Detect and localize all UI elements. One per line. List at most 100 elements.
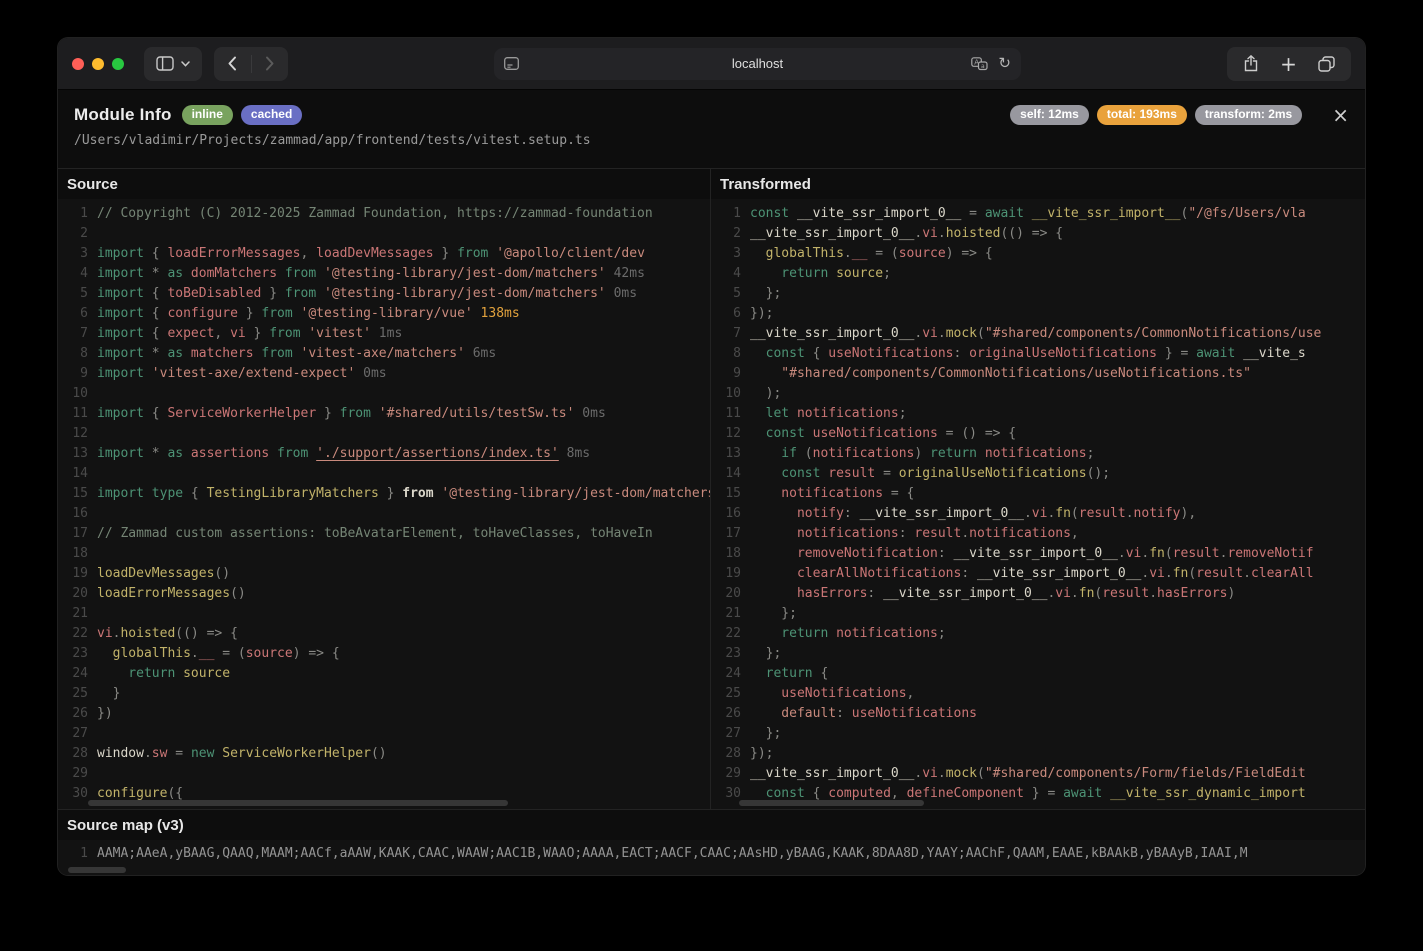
line-number: 17 xyxy=(72,526,88,541)
source-code-area[interactable]: 1// Copyright (C) 2012-2025 Zammad Found… xyxy=(58,199,710,809)
line-number: 19 xyxy=(72,566,88,581)
code-line: 13 import * as assertions from './support… xyxy=(58,444,710,464)
transformed-panel: Transformed 1 const __vite_ssr_import_0__… xyxy=(710,169,1365,809)
code-line: 23 }; xyxy=(711,644,1365,664)
code-line: 1// Copyright (C) 2012-2025 Zammad Found… xyxy=(58,204,710,224)
code-line: 21 xyxy=(58,604,710,624)
line-number: 2 xyxy=(733,226,741,241)
code-line: 24 return { xyxy=(711,664,1365,684)
line-number: 13 xyxy=(725,446,741,461)
sourcemap-code-area[interactable]: 1 AAMA;AAeA,yBAAG,QAAQ,MAAM;AACf,aAAW,KAA… xyxy=(58,840,1365,875)
minimize-window-button[interactable] xyxy=(92,57,104,70)
line-number: 18 xyxy=(72,546,88,561)
chevron-down-icon xyxy=(181,60,190,67)
code-line: 28 window.sw = new ServiceWorkerHelper() xyxy=(58,744,710,764)
code-line: 25 useNotifications, xyxy=(711,684,1365,704)
code-line: 14 xyxy=(58,464,710,484)
code-line: 4 return source; xyxy=(711,264,1365,284)
line-number: 10 xyxy=(72,386,88,401)
line-number: 8 xyxy=(80,346,88,361)
line-number: 16 xyxy=(725,506,741,521)
close-icon[interactable]: × xyxy=(1332,105,1349,125)
line-number: 22 xyxy=(725,626,741,641)
address-bar[interactable]: localhost Aa ↻ xyxy=(494,47,1021,80)
line-number: 22 xyxy=(72,626,88,641)
line-number: 20 xyxy=(725,586,741,601)
line-number: 19 xyxy=(725,566,741,581)
transformed-code-area[interactable]: 1 const __vite_ssr_import_0__ = await __v… xyxy=(711,199,1365,809)
module-path: /Users/vladimir/Projects/zammad/app/fron… xyxy=(74,133,591,149)
code-line: 17 notifications: result.notifications, xyxy=(711,524,1365,544)
page-format-icon[interactable] xyxy=(504,57,519,70)
code-line: 21 }; xyxy=(711,604,1365,624)
line-number: 10 xyxy=(725,386,741,401)
line-number: 13 xyxy=(72,446,88,461)
code-line: 3 globalThis.__ = (source) => { xyxy=(711,244,1365,264)
back-button[interactable] xyxy=(214,56,251,71)
code-line: 10 xyxy=(58,384,710,404)
code-line: 18 xyxy=(58,544,710,564)
line-number: 21 xyxy=(72,606,88,621)
share-icon[interactable] xyxy=(1243,55,1259,72)
code-line: 29 xyxy=(58,764,710,784)
timing-badge: self: 12ms xyxy=(1010,105,1089,126)
line-number: 11 xyxy=(72,406,88,421)
source-panel-title: Source xyxy=(67,175,118,193)
line-number: 6 xyxy=(80,306,88,321)
line-number: 20 xyxy=(72,586,88,601)
line-number: 23 xyxy=(72,646,88,661)
line-number: 21 xyxy=(725,606,741,621)
sourcemap-section: Source map (v3) 1 AAMA;AAeA,yBAAG,QAAQ,MA… xyxy=(58,809,1365,875)
browser-toolbar: localhost Aa ↻ + xyxy=(58,38,1365,90)
line-number: 1 xyxy=(80,846,88,861)
timing-badge: transform: 2ms xyxy=(1194,105,1303,126)
line-number: 12 xyxy=(725,426,741,441)
line-number: 9 xyxy=(733,366,741,381)
sourcemap-title: Source map (v3) xyxy=(67,816,184,834)
code-line: 20 hasErrors: __vite_ssr_import_0__.vi.f… xyxy=(711,584,1365,604)
code-line: 11 import { ServiceWorkerHelper } from '#… xyxy=(58,404,710,424)
source-panel: Source 1// Copyright (C) 2012-2025 Zamma… xyxy=(58,169,710,809)
tab-overview-icon[interactable] xyxy=(1317,55,1335,72)
reload-icon[interactable]: ↻ xyxy=(998,56,1011,71)
translate-icon[interactable]: Aa xyxy=(971,56,989,71)
forward-button[interactable] xyxy=(251,56,288,71)
sidebar-toggle-button[interactable] xyxy=(144,46,202,81)
traffic-lights xyxy=(72,57,124,70)
code-line: 15 import type { TestingLibraryMatchers }… xyxy=(58,484,710,504)
code-line: 6 import { configure } from '@testing-lib… xyxy=(58,304,710,324)
zoom-window-button[interactable] xyxy=(112,57,124,70)
code-line: 2 __vite_ssr_import_0__.vi.hoisted(() => … xyxy=(711,224,1365,244)
line-number: 25 xyxy=(725,686,741,701)
status-badge: inline xyxy=(181,105,233,126)
code-line: 7 import { expect, vi } from 'vitest' 1ms xyxy=(58,324,710,344)
code-line: 19 loadDevMessages() xyxy=(58,564,710,584)
line-number: 23 xyxy=(725,646,741,661)
line-number: 9 xyxy=(80,366,88,381)
source-hscrollbar[interactable] xyxy=(88,800,508,806)
line-number: 3 xyxy=(733,246,741,261)
code-line: 9 "#shared/components/CommonNotification… xyxy=(711,364,1365,384)
code-panels: Source 1// Copyright (C) 2012-2025 Zamma… xyxy=(58,168,1365,809)
line-number: 27 xyxy=(72,726,88,741)
code-line: 5 }; xyxy=(711,284,1365,304)
transformed-hscrollbar[interactable] xyxy=(739,800,924,806)
line-number: 5 xyxy=(80,286,88,301)
code-line: 16 xyxy=(58,504,710,524)
nav-buttons xyxy=(214,46,288,81)
line-number: 25 xyxy=(72,686,88,701)
new-tab-icon[interactable]: + xyxy=(1280,54,1297,74)
code-line: 22 return notifications; xyxy=(711,624,1365,644)
close-window-button[interactable] xyxy=(72,57,84,70)
line-number: 4 xyxy=(733,266,741,281)
line-number: 26 xyxy=(72,706,88,721)
page-title: Module Info xyxy=(74,105,172,125)
code-line: 7 __vite_ssr_import_0__.vi.mock("#shared/… xyxy=(711,324,1365,344)
line-number: 28 xyxy=(725,746,741,761)
timing-badges: self: 12ms total: 193ms transform: 2ms xyxy=(1010,105,1303,126)
sourcemap-hscrollbar[interactable] xyxy=(68,867,126,873)
line-number: 15 xyxy=(725,486,741,501)
code-line: 3 import { loadErrorMessages, loadDevMess… xyxy=(58,244,710,264)
code-line: 2 xyxy=(58,224,710,244)
line-number: 7 xyxy=(80,326,88,341)
